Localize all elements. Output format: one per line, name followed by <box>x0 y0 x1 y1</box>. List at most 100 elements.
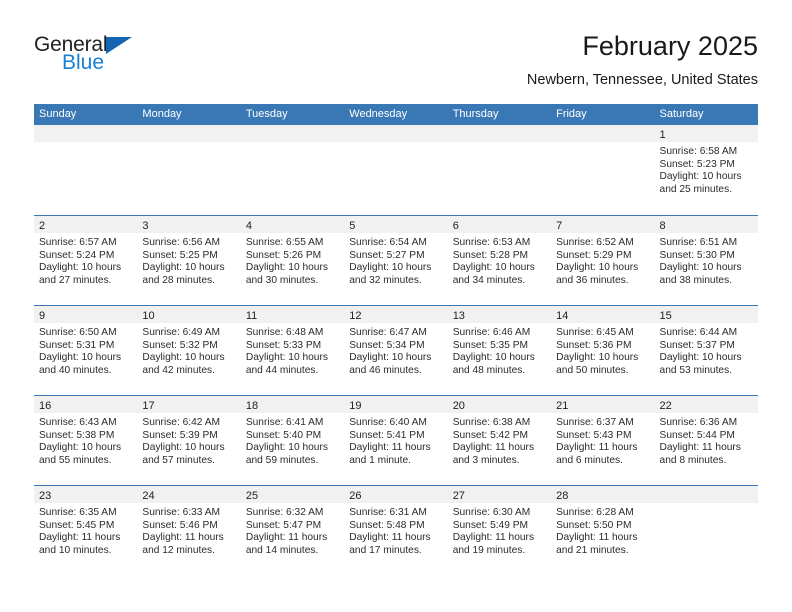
calendar-day-cell[interactable]: 14 Sunrise: 6:45 AM Sunset: 5:36 PM Dayligh… <box>551 306 655 395</box>
sunset-text: Sunset: 5:41 PM <box>349 429 425 441</box>
calendar-day-cell[interactable]: 15 Sunrise: 6:44 AM Sunset: 5:37 PM Dayligh… <box>654 306 758 395</box>
day-number-band <box>447 125 552 142</box>
calendar-day-cell[interactable]: 12 Sunrise: 6:47 AM Sunset: 5:34 PM Dayligh… <box>344 306 448 395</box>
calendar-day-cell[interactable]: 20 Sunrise: 6:38 AM Sunset: 5:42 PM Dayligh… <box>447 396 552 485</box>
calendar-day-cell[interactable]: 21 Sunrise: 6:37 AM Sunset: 5:43 PM Dayligh… <box>551 396 655 485</box>
day-details <box>241 142 344 146</box>
sunrise-text: Sunrise: 6:42 AM <box>142 417 221 428</box>
weekday-header-sunday: Sunday <box>39 108 77 120</box>
calendar-day-cell[interactable]: 17 Sunrise: 6:42 AM Sunset: 5:39 PM Dayligh… <box>137 396 241 485</box>
day-number-band: 20 <box>447 396 552 413</box>
sunset-text: Sunset: 5:32 PM <box>142 339 218 351</box>
calendar-day-cell[interactable]: 13 Sunrise: 6:46 AM Sunset: 5:35 PM Dayligh… <box>447 306 552 395</box>
calendar-day-cell[interactable]: 3 Sunrise: 6:56 AM Sunset: 5:25 PM Daylight… <box>137 216 241 305</box>
day-details: Sunrise: 6:33 AM Sunset: 5:46 PM Daylight:… <box>137 503 240 557</box>
day-number-band: 15 <box>654 306 758 323</box>
calendar-day-cell[interactable]: 23 Sunrise: 6:35 AM Sunset: 5:45 PM Dayligh… <box>34 486 138 575</box>
location-subtitle: Newbern, Tennessee, United States <box>526 72 758 88</box>
calendar-day-cell[interactable]: 9 Sunrise: 6:50 AM Sunset: 5:31 PM Daylight… <box>34 306 138 395</box>
calendar-day-cell[interactable]: 5 Sunrise: 6:54 AM Sunset: 5:27 PM Daylight… <box>344 216 448 305</box>
sunrise-text: Sunrise: 6:43 AM <box>39 417 117 428</box>
day-number-band: 2 <box>34 216 138 233</box>
day-number-band: 22 <box>654 396 758 413</box>
day-number-band: 6 <box>447 216 552 233</box>
sunrise-text: Sunrise: 6:32 AM <box>245 507 324 518</box>
day-number: 21 <box>556 400 569 412</box>
day-details: Sunrise: 6:49 AM Sunset: 5:32 PM Daylight:… <box>137 323 240 377</box>
calendar-day-cell[interactable]: 19 Sunrise: 6:40 AM Sunset: 5:41 PM Dayligh… <box>344 396 448 485</box>
calendar-day-cell[interactable]: 27 Sunrise: 6:30 AM Sunset: 5:49 PM Dayligh… <box>447 486 552 575</box>
calendar-day-cell[interactable]: 11 Sunrise: 6:48 AM Sunset: 5:33 PM Dayligh… <box>240 306 345 395</box>
sunrise-text: Sunrise: 6:46 AM <box>452 327 531 338</box>
calendar-day-cell[interactable]: 10 Sunrise: 6:49 AM Sunset: 5:32 PM Dayligh… <box>137 306 241 395</box>
calendar-day-cell[interactable]: 18 Sunrise: 6:41 AM Sunset: 5:40 PM Dayligh… <box>240 396 345 485</box>
daylight-text-line1: Daylight: 11 hours <box>39 532 121 544</box>
day-number: 20 <box>452 400 465 412</box>
sunset-text: Sunset: 5:50 PM <box>556 519 632 531</box>
day-number: 12 <box>349 310 362 322</box>
day-number-band <box>240 125 345 142</box>
sunset-text: Sunset: 5:38 PM <box>39 429 115 441</box>
day-number-band: 18 <box>240 396 345 413</box>
sunrise-text: Sunrise: 6:57 AM <box>39 237 117 248</box>
sunset-text: Sunset: 5:45 PM <box>39 519 115 531</box>
calendar-day-cell[interactable]: 6 Sunrise: 6:53 AM Sunset: 5:28 PM Daylight… <box>447 216 552 305</box>
page-title: February 2025 <box>582 31 758 61</box>
sunset-text: Sunset: 5:34 PM <box>349 339 425 351</box>
weekday-header-saturday: Saturday <box>659 108 704 120</box>
day-number: 1 <box>659 129 666 141</box>
daylight-text-line2: and 8 minutes. <box>659 454 727 466</box>
calendar-day-cell[interactable]: 24 Sunrise: 6:33 AM Sunset: 5:46 PM Dayligh… <box>137 486 241 575</box>
sunrise-text: Sunrise: 6:48 AM <box>245 327 324 338</box>
calendar-day-cell[interactable]: 26 Sunrise: 6:31 AM Sunset: 5:48 PM Dayligh… <box>344 486 448 575</box>
day-number-band: 25 <box>240 486 345 503</box>
sunset-text: Sunset: 5:43 PM <box>556 429 632 441</box>
daylight-text-line2: and 36 minutes. <box>556 274 629 286</box>
daylight-text-line2: and 44 minutes. <box>245 364 319 376</box>
sunrise-text: Sunrise: 6:31 AM <box>349 507 427 518</box>
calendar-day-cell[interactable]: 1 Sunrise: 6:58 AM Sunset: 5:23 PM Daylight… <box>654 125 758 215</box>
day-details <box>34 142 137 146</box>
daylight-text-line1: Daylight: 10 hours <box>349 352 432 364</box>
calendar-day-cell[interactable]: 7 Sunrise: 6:52 AM Sunset: 5:29 PM Daylight… <box>551 216 655 305</box>
day-details: Sunrise: 6:57 AM Sunset: 5:24 PM Daylight:… <box>34 233 137 287</box>
day-details: Sunrise: 6:55 AM Sunset: 5:26 PM Daylight:… <box>241 233 344 287</box>
daylight-text-line1: Daylight: 11 hours <box>245 532 328 544</box>
day-number-band: 7 <box>551 216 655 233</box>
calendar-day-cell[interactable]: 25 Sunrise: 6:32 AM Sunset: 5:47 PM Dayligh… <box>240 486 345 575</box>
general-blue-logo[interactable]: General Blue <box>34 34 164 86</box>
calendar-day-cell[interactable]: 8 Sunrise: 6:51 AM Sunset: 5:30 PM Daylight… <box>654 216 758 305</box>
day-details: Sunrise: 6:35 AM Sunset: 5:45 PM Daylight:… <box>34 503 137 557</box>
sunrise-text: Sunrise: 6:51 AM <box>659 237 738 248</box>
day-details <box>344 142 447 146</box>
daylight-text-line1: Daylight: 11 hours <box>556 532 638 544</box>
daylight-text-line1: Daylight: 10 hours <box>659 262 742 274</box>
daylight-text-line1: Daylight: 10 hours <box>556 352 639 364</box>
calendar-day-cell[interactable]: 16 Sunrise: 6:43 AM Sunset: 5:38 PM Dayligh… <box>34 396 138 485</box>
daylight-text-line2: and 34 minutes. <box>452 274 526 286</box>
day-details: Sunrise: 6:45 AM Sunset: 5:36 PM Daylight:… <box>551 323 654 377</box>
day-number-band <box>34 125 138 142</box>
day-number: 11 <box>245 310 258 322</box>
calendar-weeks: 1 Sunrise: 6:58 AM Sunset: 5:23 PM Daylight… <box>34 125 758 575</box>
daylight-text-line1: Daylight: 11 hours <box>452 442 535 454</box>
sunset-text: Sunset: 5:27 PM <box>349 249 425 261</box>
calendar-day-cell[interactable]: 22 Sunrise: 6:36 AM Sunset: 5:44 PM Dayligh… <box>654 396 758 485</box>
sunset-text: Sunset: 5:46 PM <box>142 519 218 531</box>
weekday-header-wednesday: Wednesday <box>349 108 408 120</box>
day-number: 22 <box>659 400 672 412</box>
daylight-text-line1: Daylight: 10 hours <box>39 442 122 454</box>
daylight-text-line2: and 57 minutes. <box>142 454 215 466</box>
sunset-text: Sunset: 5:30 PM <box>659 249 735 261</box>
daylight-text-line2: and 50 minutes. <box>556 364 629 376</box>
day-details: Sunrise: 6:52 AM Sunset: 5:29 PM Daylight:… <box>551 233 654 287</box>
sunrise-text: Sunrise: 6:47 AM <box>349 327 427 338</box>
calendar-day-cell[interactable]: 4 Sunrise: 6:55 AM Sunset: 5:26 PM Daylight… <box>240 216 345 305</box>
day-details: Sunrise: 6:53 AM Sunset: 5:28 PM Daylight:… <box>448 233 551 287</box>
daylight-text-line1: Daylight: 11 hours <box>142 532 224 544</box>
sunrise-text: Sunrise: 6:30 AM <box>452 507 531 518</box>
daylight-text-line2: and 55 minutes. <box>39 454 112 466</box>
calendar-day-cell[interactable]: 2 Sunrise: 6:57 AM Sunset: 5:24 PM Daylight… <box>34 216 138 305</box>
sunset-text: Sunset: 5:26 PM <box>245 249 322 261</box>
calendar-day-cell[interactable]: 28 Sunrise: 6:28 AM Sunset: 5:50 PM Dayligh… <box>551 486 655 575</box>
